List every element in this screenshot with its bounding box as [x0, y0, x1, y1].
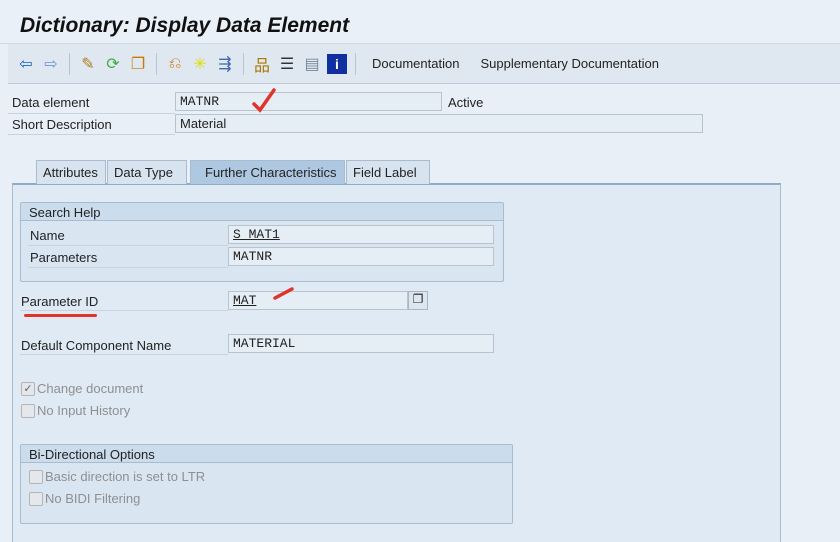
default-component-label: Default Component Name [21, 338, 172, 353]
checkbox-label: Basic direction is set to LTR [45, 469, 206, 484]
parameter-id-label: Parameter ID [21, 294, 99, 309]
tab-data-type[interactable]: Data Type [107, 160, 187, 184]
red-check-annotation [272, 286, 296, 302]
toolbar: ⇦ ⇨ ✎ ⟳ ❐ ⎌ ✳ ⇶ 品 ☰ ▤ i Documentation Su… [8, 44, 840, 84]
red-underline-annotation [24, 314, 97, 317]
change-document-checkbox[interactable]: ✓ Change document [21, 381, 143, 396]
documentation-button[interactable]: Documentation [364, 56, 467, 71]
other-object-icon[interactable]: ❐ [128, 54, 148, 74]
checkbox-box [21, 403, 35, 418]
bidi-options-group: Bi-Directional Options [20, 444, 513, 524]
parameter-id-field[interactable]: MAT [228, 291, 408, 310]
search-help-title: Search Help [21, 203, 503, 221]
default-component-field[interactable]: MATERIAL [228, 334, 494, 353]
no-bidi-filtering-checkbox[interactable]: No BIDI Filtering [29, 491, 140, 506]
value-help-icon[interactable]: ❐ [408, 291, 428, 310]
tab-attributes[interactable]: Attributes [36, 160, 106, 184]
activate-icon[interactable]: ✳ [190, 54, 210, 74]
tab-field-label[interactable]: Field Label [346, 160, 430, 184]
hierarchy-icon[interactable]: 品 [252, 54, 272, 75]
separator [69, 52, 70, 75]
red-check-annotation [252, 86, 276, 114]
separator [355, 52, 356, 75]
tab-further-characteristics[interactable]: Further Characteristics [190, 160, 345, 184]
data-element-label: Data element [12, 95, 90, 110]
search-help-parameters-field[interactable]: MATNR [228, 247, 494, 266]
data-element-field[interactable]: MATNR [175, 92, 442, 111]
forward-icon[interactable]: ⇨ [41, 54, 61, 74]
info-icon[interactable]: i [327, 53, 347, 74]
stack-icon[interactable]: ☰ [277, 54, 297, 74]
status-text: Active [448, 95, 484, 110]
search-help-name-label: Name [30, 228, 65, 243]
checkmark-icon: ✓ [21, 381, 35, 396]
no-input-history-checkbox[interactable]: No Input History [21, 403, 130, 418]
basic-direction-checkbox[interactable]: Basic direction is set to LTR [29, 469, 205, 484]
search-help-name-field[interactable]: S_MAT1 [228, 225, 494, 244]
checkbox-label: Change document [37, 381, 144, 396]
short-description-field[interactable]: Material [175, 114, 703, 133]
short-description-label: Short Description [12, 117, 112, 132]
search-help-parameters-label: Parameters [30, 250, 98, 265]
layout-icon[interactable]: ▤ [302, 54, 322, 74]
separator [243, 52, 244, 75]
checkbox-label: No BIDI Filtering [45, 491, 141, 506]
check-icon[interactable]: ⎌ [165, 54, 185, 74]
bidi-options-title: Bi-Directional Options [21, 445, 512, 463]
checkbox-box [29, 469, 43, 484]
display-change-icon[interactable]: ⟳ [103, 54, 123, 74]
page-title: Dictionary: Display Data Element [0, 0, 840, 44]
where-used-icon[interactable]: ⇶ [215, 54, 235, 74]
back-icon[interactable]: ⇦ [16, 54, 36, 74]
checkbox-box [29, 491, 43, 506]
separator [156, 52, 157, 75]
supplementary-documentation-button[interactable]: Supplementary Documentation [472, 56, 667, 71]
checkbox-label: No Input History [37, 403, 131, 418]
edit-pencil-icon[interactable]: ✎ [78, 54, 98, 74]
